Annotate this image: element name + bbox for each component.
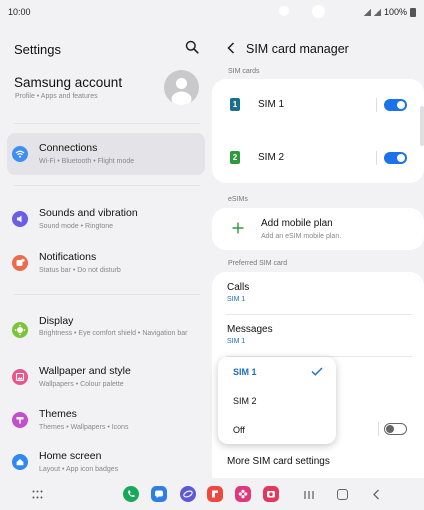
- settings-pane: Settings Samsung account Profile • Apps …: [0, 26, 212, 476]
- menu-sublabel: Sound mode • Ringtone: [39, 223, 114, 230]
- profile-icon: [171, 78, 192, 105]
- account-name[interactable]: Samsung account: [14, 75, 122, 90]
- section-label-preferred: Preferred SIM card: [228, 260, 288, 267]
- add-plan-label: Add mobile plan: [261, 218, 333, 229]
- search-icon[interactable]: [185, 40, 199, 54]
- section-label-sim-cards: SIM cards: [228, 68, 260, 75]
- gallery-icon[interactable]: [235, 486, 251, 502]
- menu-item-themes[interactable]: Themes Themes • Wallpapers • Icons: [7, 399, 205, 441]
- add-plan-sublabel: Add an eSIM mobile plan.: [261, 233, 342, 240]
- messages-label: Messages: [227, 324, 273, 335]
- back-arrow-icon[interactable]: [226, 42, 236, 54]
- notification-icon: [12, 255, 28, 271]
- sim-cards-card: 1 SIM 1 2 SIM 2: [212, 79, 424, 183]
- dropdown-option-sim1[interactable]: SIM 1: [218, 357, 336, 386]
- add-mobile-plan-row[interactable]: Add mobile plan Add an eSIM mobile plan.: [212, 208, 424, 250]
- sim-label: SIM 1: [258, 99, 285, 110]
- battery-percent: 100%: [383, 7, 407, 17]
- divider: [376, 98, 377, 112]
- home-button-icon[interactable]: [337, 489, 348, 500]
- menu-sublabel: Layout • App icon badges: [39, 466, 119, 473]
- option-label: Off: [233, 425, 245, 435]
- check-icon: [311, 367, 323, 376]
- menu-sublabel: Brightness • Eye comfort shield • Naviga…: [39, 330, 188, 337]
- internet-icon[interactable]: [180, 486, 196, 502]
- menu-item-sounds[interactable]: Sounds and vibration Sound mode • Ringto…: [7, 198, 205, 240]
- navigation-bar: [0, 478, 424, 510]
- scrollbar[interactable]: [420, 106, 424, 146]
- home-icon: [12, 454, 28, 470]
- brightness-icon: [12, 322, 28, 338]
- sim-select-dropdown: SIM 1 SIM 2 Off: [218, 357, 336, 444]
- calls-row[interactable]: Calls SIM 1: [212, 272, 424, 312]
- status-indicators: 100%: [363, 7, 416, 17]
- dropdown-option-sim2[interactable]: SIM 2: [218, 386, 336, 415]
- menu-label: Connections: [39, 142, 98, 154]
- avatar[interactable]: [164, 70, 199, 105]
- back-button-icon[interactable]: [372, 489, 380, 500]
- divider: [376, 151, 377, 165]
- menu-item-display[interactable]: Display Brightness • Eye comfort shield …: [7, 308, 205, 350]
- divider: [378, 422, 379, 436]
- menu-label: Display: [39, 315, 74, 327]
- account-subtitle: Profile • Apps and features: [15, 93, 98, 100]
- signal-icon: [373, 8, 381, 16]
- menu-item-home-screen[interactable]: Home screen Layout • App icon badges: [7, 441, 205, 483]
- plus-icon: [232, 222, 244, 234]
- menu-sublabel: Wallpapers • Colour palette: [39, 381, 124, 388]
- divider: [14, 185, 200, 186]
- camera-icon[interactable]: [263, 486, 279, 502]
- menu-sublabel: Wi-Fi • Bluetooth • Flight mode: [39, 158, 135, 165]
- more-sim-settings-row[interactable]: More SIM card settings: [212, 450, 424, 478]
- divider: [14, 123, 200, 124]
- apps-grid-icon[interactable]: [32, 490, 43, 499]
- menu-label: Home screen: [39, 450, 102, 462]
- messages-row[interactable]: Messages SIM 1: [212, 315, 424, 355]
- sim-label: SIM 2: [258, 152, 285, 163]
- menu-sublabel: Themes • Wallpapers • Icons: [39, 424, 129, 431]
- wallpaper-icon: [12, 369, 28, 385]
- menu-label: Themes: [39, 408, 77, 420]
- sound-icon: [12, 211, 28, 227]
- divider: [14, 294, 200, 295]
- sim-row-1[interactable]: 1 SIM 1: [212, 79, 424, 131]
- menu-label: Wallpaper and style: [39, 365, 131, 377]
- page-title: SIM card manager: [246, 42, 349, 56]
- calls-label: Calls: [227, 282, 250, 293]
- menu-item-notifications[interactable]: Notifications Status bar • Do not distur…: [7, 242, 205, 284]
- sim2-toggle[interactable]: [384, 152, 407, 164]
- themes-icon: [12, 412, 28, 428]
- sim2-badge-icon: 2: [230, 151, 240, 164]
- menu-label: Sounds and vibration: [39, 207, 138, 219]
- option-label: SIM 1: [233, 367, 257, 377]
- section-label-esims: eSIMs: [228, 196, 248, 203]
- camera-cutout: [312, 5, 325, 18]
- battery-icon: [410, 7, 416, 17]
- phone-icon[interactable]: [123, 486, 139, 502]
- more-settings-label: More SIM card settings: [227, 456, 330, 467]
- sim-row-2[interactable]: 2 SIM 2: [212, 131, 424, 183]
- menu-sublabel: Status bar • Do not disturb: [39, 267, 121, 274]
- dropdown-option-off[interactable]: Off: [218, 415, 336, 444]
- recent-apps-icon[interactable]: [303, 490, 315, 500]
- messages-icon[interactable]: [151, 486, 167, 502]
- wifi-icon: [12, 146, 28, 162]
- messages-value: SIM 1: [227, 338, 246, 345]
- menu-item-wallpaper[interactable]: Wallpaper and style Wallpapers • Colour …: [7, 356, 205, 398]
- calls-value: SIM 1: [227, 296, 246, 303]
- sim1-badge-icon: 1: [230, 98, 240, 111]
- page-title: Settings: [14, 42, 61, 57]
- menu-item-connections[interactable]: Connections Wi-Fi • Bluetooth • Flight m…: [7, 133, 205, 175]
- flipboard-icon[interactable]: [207, 486, 223, 502]
- extra-toggle[interactable]: [384, 423, 407, 435]
- status-bar: 10:00 100%: [0, 0, 424, 26]
- camera-cutout: [279, 6, 289, 16]
- option-label: SIM 2: [233, 396, 257, 406]
- menu-label: Notifications: [39, 251, 97, 263]
- signal-icon: [363, 8, 371, 16]
- sim1-toggle[interactable]: [384, 99, 407, 111]
- status-time: 10:00: [8, 7, 31, 17]
